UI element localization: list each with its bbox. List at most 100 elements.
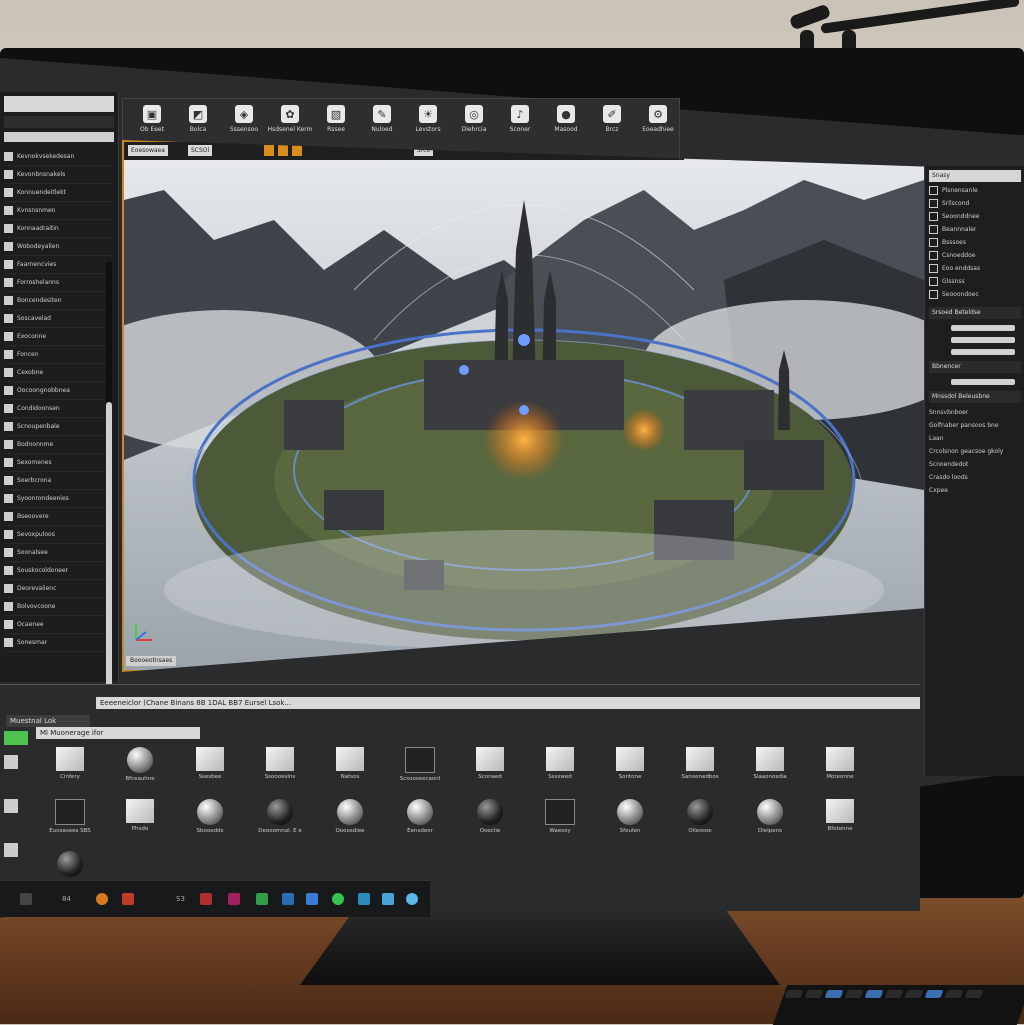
outliner-item[interactable]: Cexobne <box>4 364 112 382</box>
asset-tile[interactable]: Sontone <box>600 747 660 780</box>
app-icon-1[interactable] <box>96 893 108 905</box>
outliner-item[interactable]: Bolvovcoone <box>4 598 112 616</box>
toolbar-button[interactable]: ⚙ Eoeadhiee <box>635 105 681 133</box>
outliner-item[interactable]: Faarnencvies <box>4 256 112 274</box>
toolbar-button[interactable]: ◩ Bolca <box>175 105 221 133</box>
asset-tile[interactable]: Deooomnal. E e <box>250 799 310 834</box>
outliner-item[interactable]: Ocaenee <box>4 616 112 634</box>
details-section-2[interactable]: Bbnencer <box>929 361 1021 373</box>
outliner-item[interactable]: Kevonbnsnakels <box>4 166 112 184</box>
asset-tile[interactable]: Bfotenne <box>810 799 870 832</box>
toolbar-button[interactable]: ✿ Hsdsenel Kerm <box>267 105 313 133</box>
details-subrow[interactable]: Crasdo loods <box>929 471 1021 484</box>
details-checkbox-row[interactable]: Csnoeddoe <box>929 249 1021 262</box>
start-icon[interactable] <box>20 893 32 905</box>
details-checkbox-row[interactable]: Eoo enddsas <box>929 262 1021 275</box>
toolbar-button[interactable]: ◈ Sssensoo <box>221 105 267 133</box>
checkbox[interactable] <box>929 199 938 208</box>
outliner-item[interactable]: Scnoupenbale <box>4 418 112 436</box>
asset-tile[interactable]: Oooclie <box>460 799 520 834</box>
grid-toggle[interactable] <box>278 145 288 156</box>
details-subrow[interactable]: Laan <box>929 432 1021 445</box>
asset-tile[interactable]: Bfceauhne <box>110 747 170 782</box>
outliner-item[interactable]: Exoconne <box>4 328 112 346</box>
outliner-item[interactable]: Boncendesiten <box>4 292 112 310</box>
app-icon-3[interactable] <box>200 893 212 905</box>
details-checkbox-row[interactable]: Beannnaler <box>929 223 1021 236</box>
viewport-tab[interactable]: Eoesowaea <box>128 145 168 156</box>
outliner-item[interactable]: Kvnsnsnmen <box>4 202 112 220</box>
outliner-item[interactable]: Bseoovere <box>4 508 112 526</box>
outliner-item[interactable]: Syoonrondeenies <box>4 490 112 508</box>
asset-tile[interactable]: Scsooseecaonl <box>390 747 450 782</box>
scroll-thumb[interactable] <box>106 402 112 732</box>
outliner-item[interactable]: Condidoonsen <box>4 400 112 418</box>
asset-tile[interactable]: Moteonne <box>810 747 870 780</box>
outliner-item[interactable]: Foncen <box>4 346 112 364</box>
details-checkbox-row[interactable]: Srllscond <box>929 197 1021 210</box>
toolbar-button[interactable]: ✐ Brcz <box>589 105 635 133</box>
checkbox[interactable] <box>929 290 938 299</box>
asset-tile[interactable]: Eensdeor <box>390 799 450 834</box>
details-slider-1[interactable] <box>951 325 1015 331</box>
viewport-mode-chip[interactable]: SCSOl <box>188 145 213 156</box>
outliner-item[interactable]: Wobodeyalien <box>4 238 112 256</box>
details-checkbox-row[interactable]: Seoonddnee <box>929 210 1021 223</box>
details-subrow[interactable]: Crcolsnon geacsoe gkoly <box>929 445 1021 458</box>
details-checkbox-row[interactable]: Bsssoes <box>929 236 1021 249</box>
toolbar-button[interactable]: ☀ Levstors <box>405 105 451 133</box>
outliner-item[interactable]: Kevnokvsekedesan <box>4 148 112 166</box>
details-subrow[interactable]: Snnsvbnboer <box>929 406 1021 419</box>
details-checkbox-row[interactable]: Seooondoec <box>929 288 1021 301</box>
asset-tile[interactable]: Waeosy <box>530 799 590 834</box>
toolbar-button[interactable]: ◎ Diehrcia <box>451 105 497 133</box>
content-browser-tab[interactable]: Muestnal Lok <box>6 715 90 727</box>
checkbox[interactable] <box>929 277 938 286</box>
app-icon-7[interactable] <box>306 893 318 905</box>
save-icon[interactable] <box>4 843 18 857</box>
outliner-item[interactable]: Deorevalienc <box>4 580 112 598</box>
outliner-item[interactable]: Sexomenes <box>4 454 112 472</box>
outliner-item[interactable]: Sonesmar <box>4 634 112 652</box>
outliner-item[interactable]: Soerbcrona <box>4 472 112 490</box>
app-icon-5[interactable] <box>256 893 268 905</box>
app-icon-10[interactable] <box>382 893 394 905</box>
details-subrow[interactable]: Golfnaber pansoos bne <box>929 419 1021 432</box>
asset-tile[interactable]: Ssoooeslns <box>250 747 310 780</box>
checkbox[interactable] <box>929 186 938 195</box>
app-icon-8[interactable] <box>332 893 344 905</box>
snap-toggle[interactable] <box>264 145 274 156</box>
asset-tile[interactable]: Euosasees SBS <box>40 799 100 834</box>
import-icon[interactable] <box>4 755 18 769</box>
checkbox[interactable] <box>929 212 938 221</box>
details-section-1[interactable]: Srsoed Beteldse <box>929 307 1021 319</box>
outliner-search-input[interactable] <box>4 132 114 142</box>
toolbar-button[interactable]: ▧ Rssee <box>313 105 359 133</box>
outliner-item[interactable]: Oocoongnobbnea <box>4 382 112 400</box>
checkbox[interactable] <box>929 225 938 234</box>
asset-tile[interactable]: Sbooedds <box>180 799 240 834</box>
asset-tile[interactable]: Sconaed <box>460 747 520 780</box>
asset-tile[interactable]: Phsdo <box>110 799 170 832</box>
outliner-item[interactable]: Bodnonnme <box>4 436 112 454</box>
outliner-item[interactable]: Konnaadraitin <box>4 220 112 238</box>
app-icon-11[interactable] <box>406 893 418 905</box>
outliner-item[interactable]: Sevoxpuloos <box>4 526 112 544</box>
toolbar-button[interactable]: ♪ Sconer <box>497 105 543 133</box>
outliner-item[interactable]: Forroshelanns <box>4 274 112 292</box>
outliner-item[interactable]: Soonalsee <box>4 544 112 562</box>
asset-tile[interactable]: Ssesbee <box>180 747 240 780</box>
asset-filter-input[interactable]: Ml Muonerage ifor <box>36 727 200 739</box>
details-slider-4[interactable] <box>951 379 1015 385</box>
app-icon-6[interactable] <box>282 893 294 905</box>
asset-tile[interactable]: Sssswed <box>530 747 590 780</box>
asset-tile[interactable]: Oilessoe <box>670 799 730 834</box>
asset-tile[interactable]: Cinfery <box>40 747 100 780</box>
checkbox[interactable] <box>929 238 938 247</box>
content-path-bar[interactable]: Eeeeneiclor (Chane Binans 8B 1DAL BB7 Eu… <box>96 697 920 709</box>
details-checkbox-row[interactable]: Glssnss <box>929 275 1021 288</box>
asset-tile[interactable]: Slaaonosdia <box>740 747 800 780</box>
app-icon-4[interactable] <box>228 893 240 905</box>
outliner-item[interactable]: Soscavelad <box>4 310 112 328</box>
toolbar-button[interactable]: ▣ Ob Eeet <box>129 105 175 133</box>
